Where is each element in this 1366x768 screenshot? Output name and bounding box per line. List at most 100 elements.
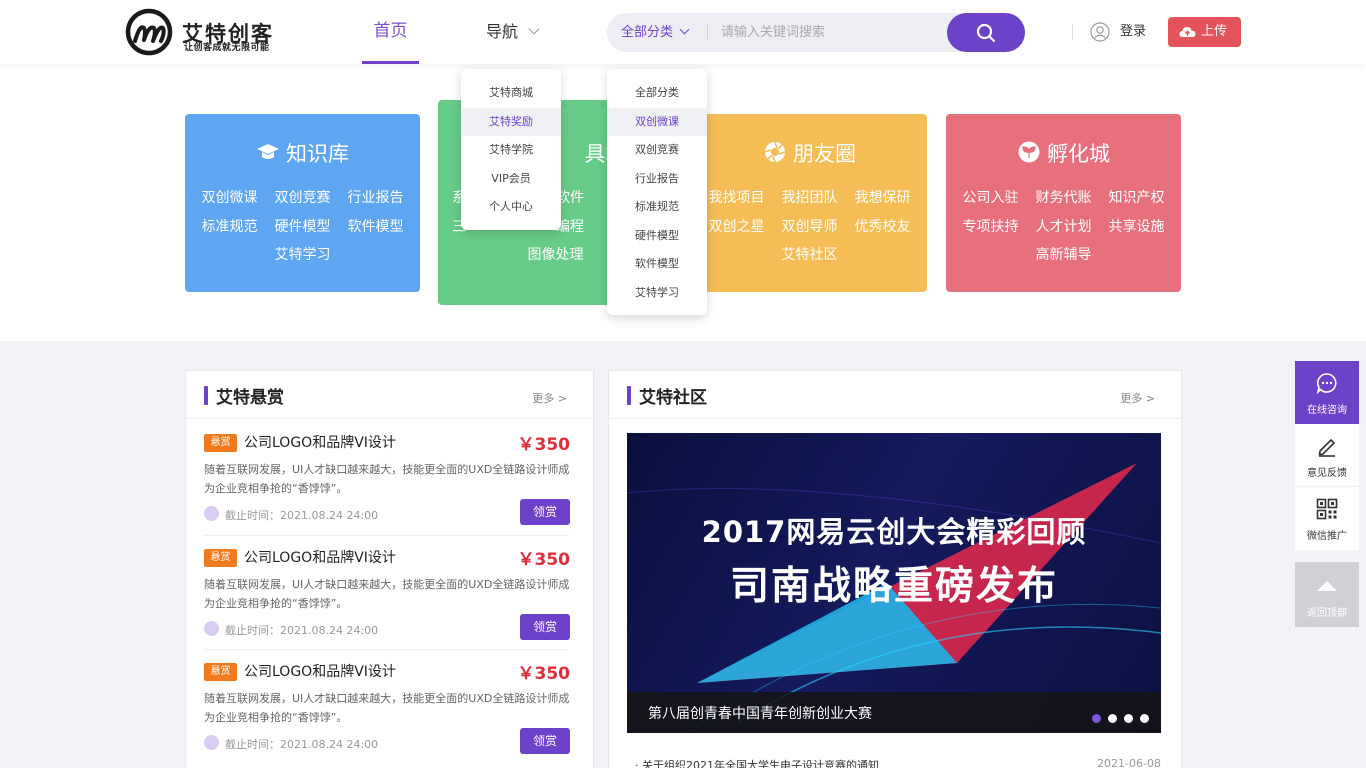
banner-subheadline: 司南战略重磅发布 [729,564,1058,609]
more-link[interactable]: 更多 > [1120,390,1155,406]
menu-item[interactable]: 双创竞赛 [607,136,707,165]
community-panel: 艾特社区 更多 > 2017网易云创大会精彩回顾 司南战略重磅发布 第八届创青春… [608,370,1182,768]
card-link[interactable]: 软件模型 [339,213,412,242]
card-link[interactable]: 人才计划 [1027,213,1100,242]
bounty-tag: 悬赏 [204,663,237,681]
menu-item[interactable]: 艾特学院 [461,136,561,165]
menu-item[interactable]: 全部分类 [607,79,707,108]
card-title: 朋友圈 [692,140,927,168]
menu-item-active[interactable]: 艾特奖励 [461,107,561,136]
upload-button[interactable]: 上传 [1168,17,1241,47]
card-title-text: 朋友圈 [793,142,856,166]
carousel-dot[interactable] [1108,714,1117,723]
card-link[interactable]: 双创竞赛 [266,184,339,213]
menu-item[interactable]: 艾特学习 [607,279,707,308]
bounty-item[interactable]: 悬赏 公司LOGO和品牌VI设计 ￥350 随着互联网发展，UI人才缺口越来越大… [204,535,570,649]
menu-item[interactable]: 个人中心 [461,193,561,222]
sprout-icon [1018,141,1040,163]
panel-title: 艾特悬赏 [216,388,284,408]
menu-item[interactable]: 软件模型 [607,250,707,279]
search-input[interactable] [721,18,941,47]
pencil-icon [1318,438,1336,457]
clock-icon [204,735,219,750]
bounty-item[interactable]: 悬赏 公司LOGO和品牌VI设计 ￥350 随着互联网发展，UI人才缺口越来越大… [204,649,570,763]
side-wechat[interactable]: 微信推广 [1295,487,1359,550]
more-link[interactable]: 更多 > [532,390,567,406]
search-divider [707,25,708,41]
menu-item[interactable]: 艾特商城 [461,79,561,108]
news-date: 2021-06-08 [1097,757,1161,768]
clock-icon [204,621,219,636]
header-divider [1072,24,1073,40]
qr-code-icon [1316,498,1338,520]
menu-item[interactable]: 行业报告 [607,165,707,194]
brand-slogan: 让创客成就无限可能 [184,43,270,53]
card-link[interactable]: 双创微课 [193,184,266,213]
category-dropdown-menu: 全部分类 双创微课 双创竞赛 行业报告 标准规范 硬件模型 软件模型 艾特学习 [607,69,707,315]
claim-button[interactable]: 领赏 [520,728,570,754]
card-link[interactable]: 我找项目 [700,184,773,213]
card-link[interactable]: 我招团队 [773,184,846,213]
card-link[interactable]: 知识产权 [1100,184,1173,213]
menu-item[interactable]: VIP会员 [461,165,561,194]
bounty-title[interactable]: 公司LOGO和品牌VI设计 [244,661,396,681]
side-tool-label: 返回顶部 [1307,608,1347,619]
card-link[interactable]: 专项扶持 [954,213,1027,242]
card-knowledge[interactable]: 知识库 双创微课 双创竞赛 行业报告 标准规范 硬件模型 软件模型 艾特学习 [185,114,420,292]
card-friends[interactable]: 朋友圈 我找项目 我招团队 我想保研 双创之星 双创导师 优秀校友 艾特社区 [692,114,927,292]
bounty-deadline: 截止时间：2021.08.24 24:00 [225,509,379,522]
cloud-upload-icon [1179,27,1196,37]
card-title: 知识库 [185,140,420,168]
card-links: 我找项目 我招团队 我想保研 双创之星 双创导师 优秀校友 艾特社区 [700,184,919,270]
logo-mark-icon [125,8,173,56]
card-link[interactable]: 优秀校友 [846,213,919,242]
card-link[interactable]: 双创之星 [700,213,773,242]
claim-button[interactable]: 领赏 [520,614,570,640]
nav-guide[interactable]: 导航 [486,0,540,64]
bounty-item[interactable]: 悬赏 公司LOGO和品牌VI设计 ￥350 随着互联网发展，UI人才缺口越来越大… [204,421,570,535]
banner-carousel[interactable]: 2017网易云创大会精彩回顾 司南战略重磅发布 第八届创青春中国青年创新创业大赛 [627,433,1161,733]
claim-button[interactable]: 领赏 [520,499,570,525]
card-link[interactable]: 硬件模型 [266,213,339,242]
card-link[interactable]: 标准规范 [193,213,266,242]
news-item[interactable]: · 关于组织2021年全国大学生电子设计竞赛的通知 2021-06-08 [635,757,1161,768]
bounty-description: 随着互联网发展，UI人才缺口越来越大，技能更全面的UXD全链路设计师成为企业竞相… [204,578,570,610]
menu-item-active[interactable]: 双创微课 [607,107,707,136]
card-link[interactable]: 财务代账 [1027,184,1100,213]
card-link[interactable]: 艾特社区 [773,241,846,270]
search-category-select[interactable]: 全部分类 [621,13,690,52]
card-link[interactable]: 共享设施 [1100,213,1173,242]
news-title[interactable]: · 关于组织2021年全国大学生电子设计竞赛的通知 [635,759,879,768]
bounty-title[interactable]: 公司LOGO和品牌VI设计 [244,432,396,452]
guide-dropdown-menu: 艾特商城 艾特奖励 艾特学院 VIP会员 个人中心 [461,69,561,230]
bounty-price: ￥350 [517,550,571,570]
bounty-tag: 悬赏 [204,434,237,452]
menu-item[interactable]: 标准规范 [607,193,707,222]
carousel-dot[interactable] [1140,714,1149,723]
card-link[interactable]: 高新辅导 [1027,241,1100,270]
card-link[interactable]: 公司入驻 [954,184,1027,213]
search-button[interactable] [947,13,1025,52]
bounty-panel: 艾特悬赏 更多 > 悬赏 公司LOGO和品牌VI设计 ￥350 随着互联网发展，… [185,370,594,768]
carousel-dot[interactable] [1124,714,1133,723]
top-header: 艾特创客 让创客成就无限可能 首页 导航 全部分类 登录 [0,0,1366,64]
bounty-deadline: 截止时间：2021.08.24 24:00 [225,624,379,637]
side-online-consult[interactable]: 在线咨询 [1295,361,1359,424]
side-feedback[interactable]: 意见反馈 [1295,424,1359,487]
card-link[interactable]: 艾特学习 [266,241,339,270]
card-link[interactable]: 我想保研 [846,184,919,213]
search-icon [976,23,996,43]
carousel-dot-active[interactable] [1092,714,1101,723]
back-to-top[interactable]: 返回顶部 [1295,562,1359,627]
side-tool-label: 意见反馈 [1307,468,1347,479]
brand-logo[interactable]: 艾特创客 让创客成就无限可能 [124,8,294,56]
card-link[interactable]: 图像处理 [519,241,592,270]
card-link[interactable]: 行业报告 [339,184,412,213]
bounty-title[interactable]: 公司LOGO和品牌VI设计 [244,547,396,567]
panel-header: 艾特社区 更多 > [609,371,1181,419]
banner-caption-bar: 第八届创青春中国青年创新创业大赛 [627,692,1161,733]
card-incubator[interactable]: 孵化城 公司入驻 财务代账 知识产权 专项扶持 人才计划 共享设施 高新辅导 [946,114,1181,292]
nav-home[interactable]: 首页 [362,0,419,64]
card-link[interactable]: 双创导师 [773,213,846,242]
menu-item[interactable]: 硬件模型 [607,222,707,251]
